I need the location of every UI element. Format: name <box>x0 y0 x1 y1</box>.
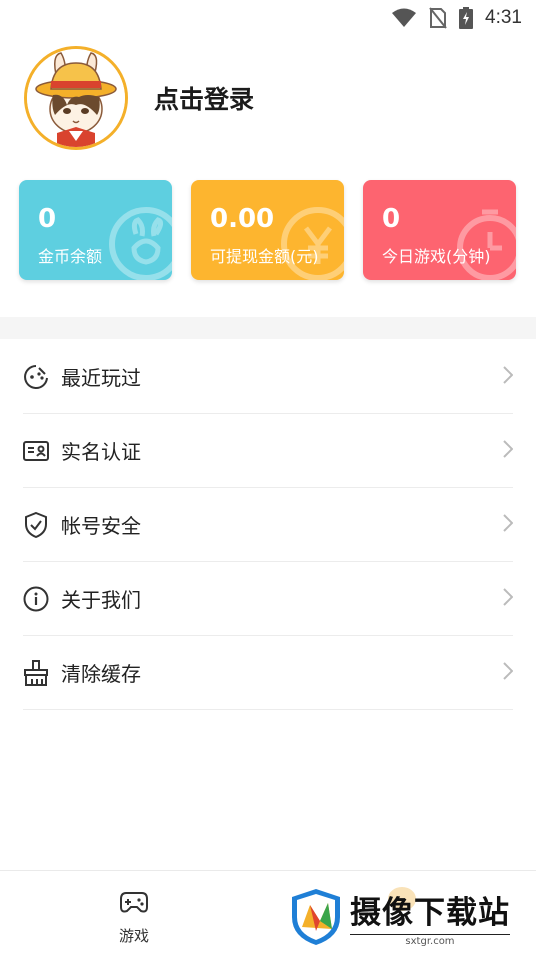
battery-charging-icon <box>459 7 474 29</box>
today-game-time-card[interactable]: 0 今日游戏(分钟) <box>363 180 516 280</box>
chevron-right-icon <box>503 588 513 606</box>
menu-item-label: 清除缓存 <box>61 662 141 686</box>
today-game-time-value: 0 <box>382 204 401 234</box>
menu-item-recently-played[interactable]: 最近玩过 <box>23 340 513 414</box>
id-card-icon <box>23 438 49 464</box>
watermark-text: 摄像下载站 <box>350 895 510 931</box>
section-divider <box>0 317 536 339</box>
settings-menu: 最近玩过 实名认证 帐号安全 关于我们 清除缓存 <box>0 340 536 710</box>
wifi-icon <box>392 8 417 27</box>
chevron-right-icon <box>503 366 513 384</box>
broom-icon <box>23 659 49 686</box>
status-bar: 4:31 <box>0 0 536 36</box>
clock: 4:31 <box>485 7 522 28</box>
watermark-shield-icon <box>292 889 340 945</box>
login-prompt[interactable]: 点击登录 <box>154 80 254 116</box>
shield-check-icon <box>23 511 49 538</box>
menu-item-account-security[interactable]: 帐号安全 <box>23 488 513 562</box>
gamepad-icon <box>120 892 148 913</box>
coin-balance-label: 金币余额 <box>38 247 103 266</box>
no-sim-icon <box>429 7 447 29</box>
menu-item-clear-cache[interactable]: 清除缓存 <box>23 636 513 710</box>
withdrawable-amount-value: 0.00 <box>210 204 275 234</box>
avatar[interactable] <box>24 46 128 150</box>
watermark-logo: 摄像下载站 sxtgr.com <box>290 884 530 950</box>
nav-tab-games[interactable]: 游戏 <box>104 889 164 946</box>
menu-item-label: 关于我们 <box>61 588 141 612</box>
chevron-right-icon <box>503 514 513 532</box>
coin-balance-card[interactable]: 0 金币余额 <box>19 180 172 280</box>
info-icon <box>23 586 49 612</box>
menu-item-real-name-verification[interactable]: 实名认证 <box>23 414 513 488</box>
coin-balance-value: 0 <box>38 204 57 234</box>
profile-header[interactable]: 点击登录 <box>24 46 254 150</box>
withdrawable-amount-card[interactable]: 0.00 可提现金额(元) <box>191 180 344 280</box>
money-coin-icon <box>281 207 344 280</box>
stats-cards: 0 金币余额 0.00 可提现金额(元) 0 今日游戏(分钟) <box>19 180 516 280</box>
rabbit-coin-icon <box>109 207 172 280</box>
watermark-url: sxtgr.com <box>350 934 510 947</box>
chevron-right-icon <box>503 662 513 680</box>
chevron-right-icon <box>503 440 513 458</box>
gamepad-recent-icon <box>23 364 49 390</box>
menu-item-label: 最近玩过 <box>61 366 141 390</box>
menu-item-label: 实名认证 <box>61 440 141 464</box>
menu-item-about-us[interactable]: 关于我们 <box>23 562 513 636</box>
timer-icon <box>457 209 516 280</box>
menu-item-label: 帐号安全 <box>61 514 141 538</box>
nav-tab-games-label: 游戏 <box>118 927 149 945</box>
